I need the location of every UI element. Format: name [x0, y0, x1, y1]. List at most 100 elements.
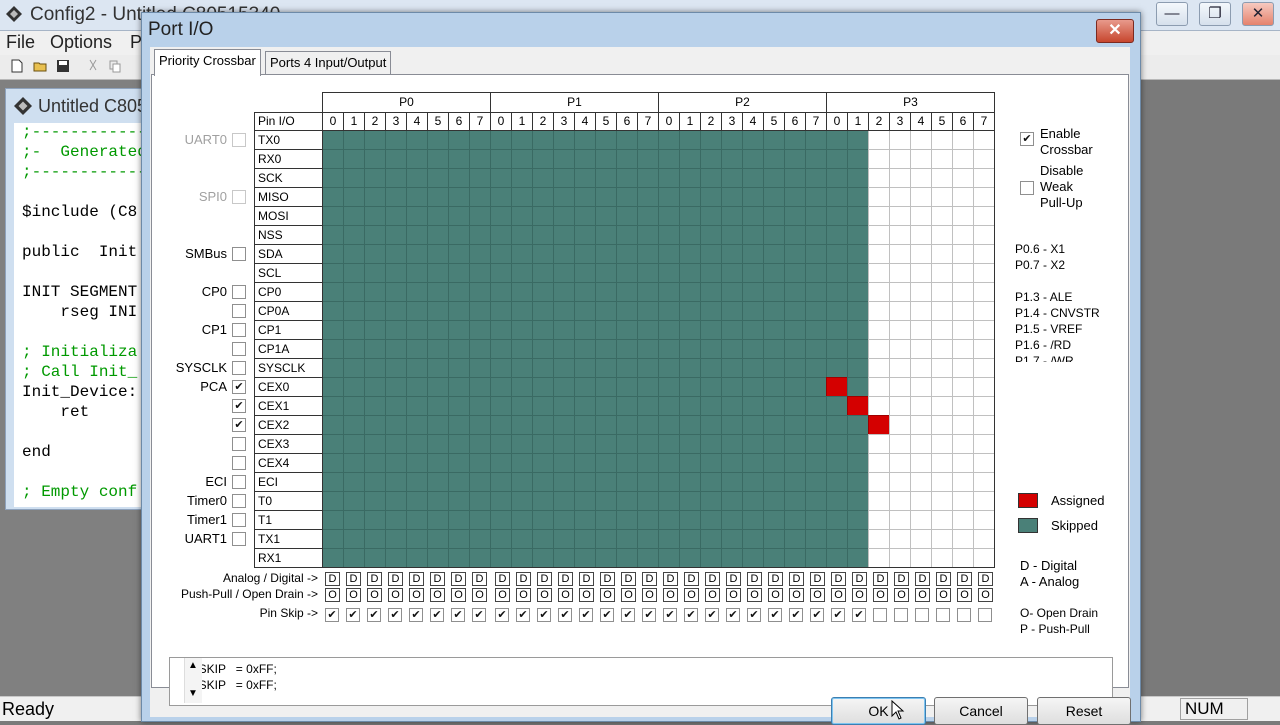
pin-skip-checkbox[interactable]: ✔ — [430, 608, 444, 622]
peripheral-checkbox[interactable] — [232, 361, 246, 375]
peripheral-checkbox[interactable] — [232, 190, 246, 204]
new-file-icon[interactable] — [10, 59, 24, 73]
analog-digital-toggle[interactable]: D — [537, 572, 552, 586]
peripheral-checkbox[interactable] — [232, 247, 246, 261]
code-editor[interactable]: ;------------ ;- Generated ;------------ $i… — [14, 123, 154, 507]
peripheral-checkbox[interactable] — [232, 437, 246, 451]
peripheral-checkbox[interactable] — [232, 285, 246, 299]
scrollbar[interactable]: ▲ ▼ — [184, 658, 202, 703]
analog-digital-toggle[interactable]: D — [516, 572, 531, 586]
analog-digital-toggle[interactable]: D — [495, 572, 510, 586]
analog-digital-toggle[interactable]: D — [472, 572, 487, 586]
analog-digital-toggle[interactable]: D — [894, 572, 909, 586]
pin-skip-checkbox[interactable]: ✔ — [768, 608, 782, 622]
ok-button[interactable]: OK — [831, 697, 926, 725]
analog-digital-toggle[interactable]: D — [684, 572, 699, 586]
tab-ports-4-io[interactable]: Ports 4 Input/Output — [265, 51, 392, 74]
pushpull-toggle[interactable]: O — [936, 588, 951, 602]
pushpull-toggle[interactable]: O — [472, 588, 487, 602]
pushpull-toggle[interactable]: O — [726, 588, 741, 602]
pin-skip-checkbox[interactable] — [957, 608, 971, 622]
close-button[interactable]: ✕ — [1096, 19, 1134, 43]
pushpull-toggle[interactable]: O — [367, 588, 382, 602]
pin-skip-checkbox[interactable]: ✔ — [684, 608, 698, 622]
disable-weak-pullup-checkbox[interactable] — [1020, 181, 1034, 195]
analog-digital-toggle[interactable]: D — [346, 572, 361, 586]
peripheral-checkbox[interactable] — [232, 342, 246, 356]
peripheral-checkbox[interactable] — [232, 494, 246, 508]
pin-skip-checkbox[interactable] — [894, 608, 908, 622]
save-icon[interactable] — [56, 59, 70, 73]
pushpull-toggle[interactable]: O — [873, 588, 888, 602]
pin-skip-checkbox[interactable] — [873, 608, 887, 622]
analog-digital-toggle[interactable]: D — [873, 572, 888, 586]
pushpull-toggle[interactable]: O — [516, 588, 531, 602]
cut-icon[interactable] — [86, 59, 100, 73]
analog-digital-toggle[interactable]: D — [325, 572, 340, 586]
pushpull-toggle[interactable]: O — [642, 588, 657, 602]
pushpull-toggle[interactable]: O — [325, 588, 340, 602]
restore-button[interactable]: ❐ — [1199, 2, 1231, 26]
pushpull-toggle[interactable]: O — [558, 588, 573, 602]
pushpull-toggle[interactable]: O — [810, 588, 825, 602]
pushpull-toggle[interactable]: O — [451, 588, 466, 602]
pushpull-toggle[interactable]: O — [852, 588, 867, 602]
scroll-down-icon[interactable]: ▼ — [188, 688, 198, 699]
pushpull-toggle[interactable]: O — [831, 588, 846, 602]
pushpull-toggle[interactable]: O — [894, 588, 909, 602]
analog-digital-toggle[interactable]: D — [789, 572, 804, 586]
pushpull-toggle[interactable]: O — [621, 588, 636, 602]
pin-skip-checkbox[interactable]: ✔ — [810, 608, 824, 622]
analog-digital-toggle[interactable]: D — [579, 572, 594, 586]
peripheral-checkbox[interactable] — [232, 513, 246, 527]
pin-skip-checkbox[interactable]: ✔ — [495, 608, 509, 622]
pin-skip-checkbox[interactable]: ✔ — [558, 608, 572, 622]
pin-skip-checkbox[interactable]: ✔ — [663, 608, 677, 622]
analog-digital-toggle[interactable]: D — [621, 572, 636, 586]
pin-skip-checkbox[interactable]: ✔ — [346, 608, 360, 622]
pin-skip-checkbox[interactable]: ✔ — [472, 608, 486, 622]
pin-skip-checkbox[interactable]: ✔ — [789, 608, 803, 622]
pushpull-toggle[interactable]: O — [768, 588, 783, 602]
pushpull-toggle[interactable]: O — [747, 588, 762, 602]
pin-skip-checkbox[interactable]: ✔ — [367, 608, 381, 622]
analog-digital-toggle[interactable]: D — [747, 572, 762, 586]
analog-digital-toggle[interactable]: D — [430, 572, 445, 586]
enable-crossbar-checkbox[interactable]: ✔ — [1020, 132, 1034, 146]
pushpull-toggle[interactable]: O — [409, 588, 424, 602]
pin-skip-checkbox[interactable]: ✔ — [537, 608, 551, 622]
pushpull-toggle[interactable]: O — [705, 588, 720, 602]
pin-skip-checkbox[interactable] — [978, 608, 992, 622]
analog-digital-toggle[interactable]: D — [663, 572, 678, 586]
pin-skip-checkbox[interactable]: ✔ — [388, 608, 402, 622]
tab-priority-crossbar[interactable]: Priority Crossbar — [154, 49, 261, 76]
analog-digital-toggle[interactable]: D — [451, 572, 466, 586]
analog-digital-toggle[interactable]: D — [600, 572, 615, 586]
minimize-button[interactable]: — — [1156, 2, 1188, 26]
analog-digital-toggle[interactable]: D — [810, 572, 825, 586]
peripheral-checkbox[interactable]: ✔ — [232, 418, 246, 432]
pin-skip-checkbox[interactable]: ✔ — [325, 608, 339, 622]
analog-digital-toggle[interactable]: D — [558, 572, 573, 586]
menu-file[interactable]: File — [6, 32, 35, 53]
pin-skip-checkbox[interactable]: ✔ — [621, 608, 635, 622]
analog-digital-toggle[interactable]: D — [642, 572, 657, 586]
pushpull-toggle[interactable]: O — [789, 588, 804, 602]
pushpull-toggle[interactable]: O — [346, 588, 361, 602]
analog-digital-toggle[interactable]: D — [831, 572, 846, 586]
pushpull-toggle[interactable]: O — [915, 588, 930, 602]
pin-skip-checkbox[interactable]: ✔ — [726, 608, 740, 622]
peripheral-checkbox[interactable]: ✔ — [232, 399, 246, 413]
pin-skip-checkbox[interactable]: ✔ — [642, 608, 656, 622]
pin-skip-checkbox[interactable] — [915, 608, 929, 622]
cancel-button[interactable]: Cancel — [934, 697, 1028, 725]
pin-skip-checkbox[interactable]: ✔ — [831, 608, 845, 622]
pin-skip-checkbox[interactable]: ✔ — [705, 608, 719, 622]
peripheral-checkbox[interactable] — [232, 456, 246, 470]
pin-skip-checkbox[interactable]: ✔ — [747, 608, 761, 622]
scroll-up-icon[interactable]: ▲ — [188, 660, 198, 671]
open-folder-icon[interactable] — [33, 59, 47, 73]
pushpull-toggle[interactable]: O — [663, 588, 678, 602]
analog-digital-toggle[interactable]: D — [726, 572, 741, 586]
peripheral-checkbox[interactable] — [232, 304, 246, 318]
